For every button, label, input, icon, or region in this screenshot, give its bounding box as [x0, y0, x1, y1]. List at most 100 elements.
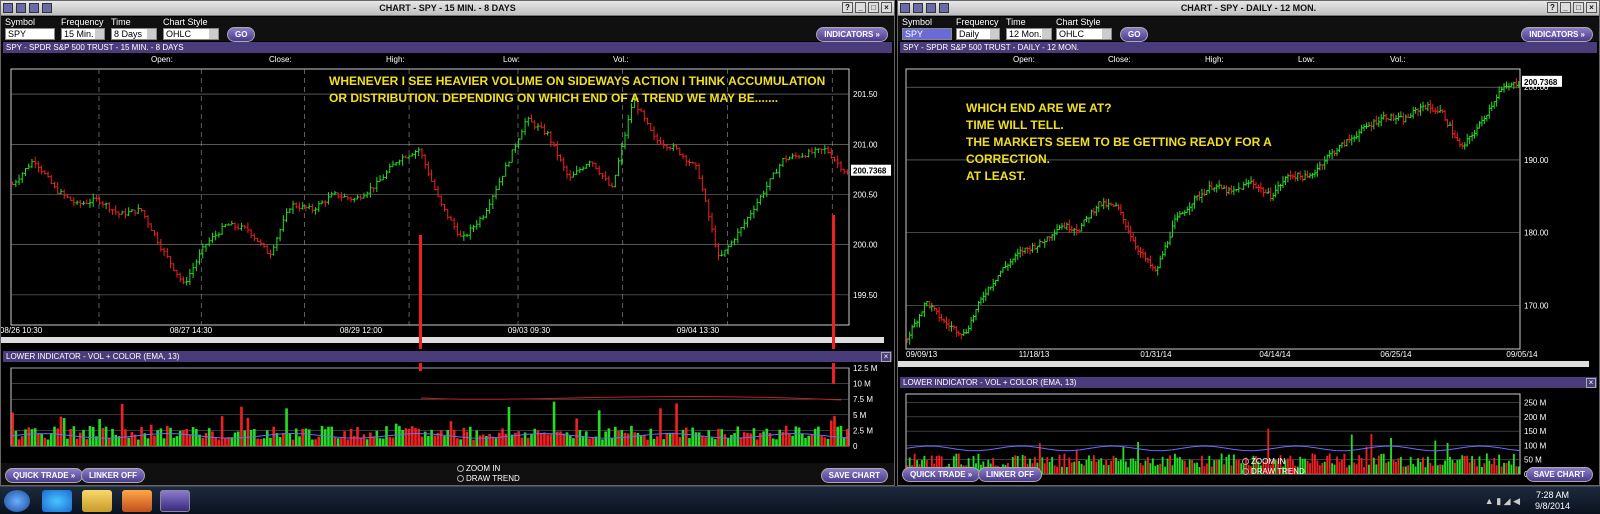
link-icon[interactable]: [16, 3, 26, 13]
left-toolbar: SymbolSPY Frequency 15 Min. Time Period8 …: [1, 17, 894, 42]
indicators-button[interactable]: INDICATORS »: [816, 27, 888, 42]
volume-bar: [188, 434, 192, 446]
volume-bar: [804, 438, 807, 446]
volume-chart[interactable]: 12.5 M 10 M 7.5 M 5 M 2.5 M 0: [1, 363, 894, 453]
volume-bar: [388, 437, 392, 446]
internet-explorer-icon[interactable]: [42, 490, 72, 512]
volume-bar: [146, 438, 150, 446]
draw-trend-radio[interactable]: DRAW TREND: [457, 474, 520, 483]
frequency-select[interactable]: Daily: [956, 28, 1000, 40]
style-select[interactable]: OHLC: [163, 28, 219, 40]
frequency-label: Frequency: [956, 17, 999, 27]
volume-bar: [691, 427, 694, 446]
period-select[interactable]: 8 Days: [111, 28, 157, 40]
volume-bar: [82, 429, 85, 446]
annotation-text: WHICH END ARE WE AT? TIME WILL TELL. THE…: [966, 101, 1272, 183]
volume-bar: [298, 436, 301, 446]
left-footer: QUICK TRADE » LINKER OFF ZOOM IN DRAW TR…: [1, 463, 894, 485]
volume-bar: [249, 429, 253, 446]
draw-trend-radio[interactable]: DRAW TREND: [1242, 467, 1305, 476]
y-tick-label: 201.00: [853, 140, 878, 149]
horizontal-scrollbar: [1, 337, 884, 343]
volume-bar: [820, 436, 823, 446]
volume-bar: [643, 435, 646, 446]
chevron-down-icon: [95, 29, 104, 39]
frequency-select[interactable]: 15 Min.: [61, 28, 105, 40]
trading-app-icon[interactable]: [160, 490, 190, 512]
y-tick-label: 190.00: [1524, 156, 1549, 165]
quick-trade-button[interactable]: QUICK TRADE »: [5, 468, 84, 483]
volume-bar: [323, 429, 327, 446]
maximize-icon[interactable]: □: [868, 2, 879, 13]
volume-tick-label: 5 M: [853, 411, 867, 420]
media-player-icon[interactable]: [122, 490, 152, 512]
save-chart-button[interactable]: SAVE CHART: [1525, 467, 1593, 482]
volume-bar: [842, 438, 846, 446]
indicators-button[interactable]: INDICATORS »: [1521, 27, 1593, 42]
volume-bar: [381, 438, 385, 446]
minimize-icon[interactable]: _: [855, 2, 866, 13]
volume-bar: [375, 430, 379, 446]
link-icon[interactable]: [913, 3, 923, 13]
volume-bar: [707, 430, 711, 446]
volume-bar: [585, 431, 588, 446]
volume-bar: [153, 435, 156, 446]
close-icon[interactable]: ×: [1586, 2, 1597, 13]
file-explorer-icon[interactable]: [82, 490, 112, 512]
volume-bar: [282, 432, 285, 446]
help-icon[interactable]: ?: [1547, 2, 1558, 13]
draw-trend-label: DRAW TREND: [466, 474, 520, 483]
symbol-input[interactable]: SPY: [902, 28, 952, 40]
close-icon[interactable]: ×: [1586, 378, 1596, 388]
print-icon[interactable]: [926, 3, 936, 13]
draw-trend-label: DRAW TREND: [1251, 467, 1305, 476]
zoom-in-radio[interactable]: ZOOM IN: [457, 464, 500, 473]
start-button[interactable]: [4, 490, 30, 512]
save-chart-button[interactable]: SAVE CHART: [820, 468, 888, 483]
volume-bar: [549, 434, 553, 446]
maximize-icon[interactable]: □: [1573, 2, 1584, 13]
frequency-label: Frequency: [61, 17, 104, 27]
copy-icon[interactable]: [939, 3, 949, 13]
symbol-input[interactable]: SPY: [5, 28, 55, 40]
print-icon[interactable]: [29, 3, 39, 13]
volume-bar: [678, 437, 682, 446]
volume-bar: [156, 430, 159, 446]
volume-bar: [507, 406, 511, 446]
volume-bar: [784, 425, 788, 446]
tray-icons[interactable]: ▲ ▮ ◢ ◀: [1485, 496, 1520, 507]
system-clock[interactable]: 7:28 AM 9/8/2014: [1535, 490, 1570, 512]
volume-highlight-marker: [832, 363, 835, 384]
close-icon[interactable]: ×: [881, 2, 892, 13]
volume-bar: [701, 435, 704, 446]
help-icon[interactable]: ?: [842, 2, 853, 13]
go-button[interactable]: GO: [227, 27, 256, 42]
volume-bar: [169, 427, 172, 446]
minimize-icon[interactable]: _: [1560, 2, 1571, 13]
volume-bar: [575, 418, 578, 446]
close-icon[interactable]: ×: [881, 352, 891, 362]
volume-bar: [204, 432, 208, 446]
volume-bar: [185, 428, 188, 446]
volume-bar: [530, 433, 533, 446]
volume-bar: [839, 425, 843, 446]
volume-bar: [56, 428, 60, 446]
go-button[interactable]: GO: [1120, 27, 1149, 42]
volume-bar: [659, 408, 662, 446]
quick-trade-button[interactable]: QUICK TRADE »: [902, 467, 981, 482]
volume-highlight-marker: [419, 235, 422, 349]
copy-icon[interactable]: [42, 3, 52, 13]
window-title: CHART - SPY - 15 MIN. - 8 DAYS: [379, 3, 516, 13]
period-select[interactable]: 12 Mon.: [1006, 28, 1052, 40]
volume-bar: [124, 429, 127, 446]
volume-bar: [472, 439, 475, 446]
symbol-label: Symbol: [902, 17, 933, 27]
linker-button[interactable]: LINKER OFF: [81, 468, 145, 483]
volume-bar: [69, 428, 72, 446]
ema-line: [10, 432, 850, 439]
linker-button[interactable]: LINKER OFF: [978, 467, 1042, 482]
price-chart[interactable]: 199.50 200.00 200.50 201.00 201.50 200.7368 08…: [1, 65, 894, 349]
zoom-in-radio[interactable]: ZOOM IN: [1242, 457, 1285, 466]
style-select[interactable]: OHLC: [1056, 28, 1112, 40]
x-tick-label: 04/14/14: [1259, 350, 1291, 359]
